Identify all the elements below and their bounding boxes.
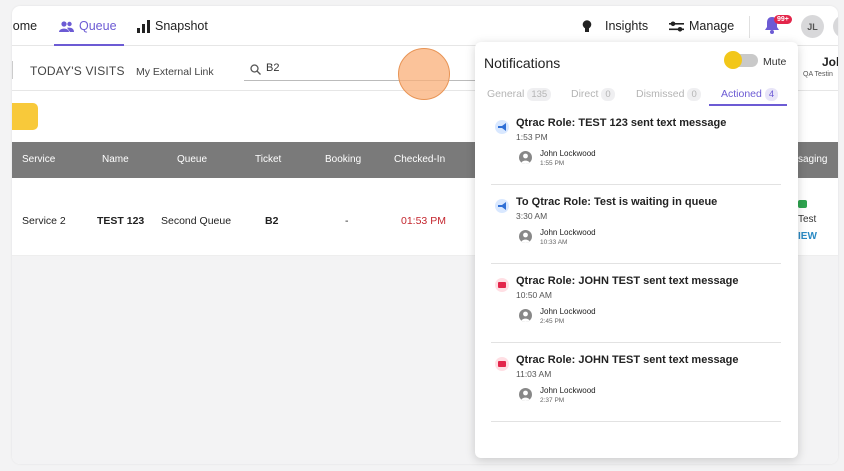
col-checked-in[interactable]: Checked-In: [394, 154, 445, 165]
nav-queue[interactable]: Queue: [59, 6, 117, 46]
person-icon: [519, 151, 532, 164]
messaging-text: Test: [798, 214, 817, 225]
nav-insights-label: Insights: [605, 19, 649, 33]
notification-title: Qtrac Role: JOHN TEST sent text message: [516, 275, 739, 287]
cell-booking: -: [345, 215, 349, 227]
nav-snapshot-label: Snapshot: [155, 19, 208, 33]
message-icon: [495, 357, 509, 371]
messaging-view-link[interactable]: IEW: [798, 231, 817, 242]
notification-item[interactable]: To Qtrac Role: Test is waiting in queue …: [491, 196, 781, 264]
tab-general-label: General: [487, 88, 525, 100]
tab-dismissed-label: Dismissed: [636, 88, 685, 100]
person-icon: [519, 230, 532, 243]
avatar[interactable]: JL: [801, 15, 824, 38]
bar-chart-icon: [137, 19, 150, 33]
subnav-divider: [12, 61, 13, 79]
sliders-icon: [669, 21, 684, 32]
nav-insights[interactable]: Insights: [582, 6, 648, 46]
cell-queue: Second Queue: [161, 215, 232, 227]
mute-toggle[interactable]: [724, 51, 758, 69]
tab-general[interactable]: General 135: [487, 88, 552, 101]
cell-checked-in: 01:53 PM: [401, 215, 446, 227]
nav-manage[interactable]: Manage: [669, 6, 734, 46]
megaphone-icon: [495, 120, 509, 134]
col-queue[interactable]: Queue: [177, 154, 207, 165]
notification-person-time: 10:33 AM: [540, 239, 568, 246]
tab-actioned-label: Actioned: [721, 88, 762, 100]
mute-label: Mute: [763, 56, 787, 68]
nav-queue-label: Queue: [79, 19, 117, 33]
click-indicator: [398, 48, 450, 100]
search-icon: [250, 64, 261, 75]
tab-dismissed[interactable]: Dismissed 0: [636, 88, 701, 101]
user-name: Jol: [822, 55, 838, 69]
user-subtitle: QA Testin: [803, 71, 833, 78]
active-tab-indicator: [54, 44, 124, 46]
cell-service: Service 2: [22, 215, 66, 227]
notification-title: Qtrac Role: JOHN TEST sent text message: [516, 354, 739, 366]
nav-home[interactable]: lome: [12, 6, 37, 46]
tab-dismissed-count: 0: [687, 88, 701, 101]
secondary-avatar[interactable]: [833, 15, 838, 38]
cell-ticket: B2: [265, 215, 279, 227]
top-nav: lome Queue Snapshot Insights Manage 99+ …: [12, 6, 838, 46]
people-icon: [59, 20, 74, 32]
notification-time: 1:53 PM: [516, 132, 548, 142]
col-messaging[interactable]: saging: [798, 154, 827, 165]
panel-title: Notifications: [484, 55, 561, 71]
notification-title: To Qtrac Role: Test is waiting in queue: [516, 196, 718, 208]
notification-time: 10:50 AM: [516, 290, 552, 300]
nav-home-label: lome: [12, 19, 38, 33]
tab-direct[interactable]: Direct 0: [571, 88, 615, 101]
col-booking[interactable]: Booking: [325, 154, 361, 165]
tab-actioned[interactable]: Actioned 4: [721, 88, 779, 101]
tab-direct-label: Direct: [571, 88, 599, 100]
notification-item[interactable]: Qtrac Role: JOHN TEST sent text message …: [491, 275, 781, 343]
notification-item[interactable]: Qtrac Role: TEST 123 sent text message 1…: [491, 117, 781, 185]
notification-title: Qtrac Role: TEST 123 sent text message: [516, 117, 727, 129]
lightbulb-icon: [582, 19, 592, 32]
notifications-panel: Notifications Mute General 135 Direct 0 Di…: [475, 42, 798, 458]
nav-snapshot[interactable]: Snapshot: [137, 6, 208, 46]
notification-item[interactable]: Qtrac Role: JOHN TEST sent text message …: [491, 354, 781, 422]
nav-manage-label: Manage: [689, 19, 735, 33]
notification-tabs: General 135 Direct 0 Dismissed 0 Actioned 4: [475, 86, 798, 106]
active-tab-underline: [709, 104, 787, 106]
nav-divider: [749, 16, 750, 38]
col-name[interactable]: Name: [102, 154, 129, 165]
col-ticket[interactable]: Ticket: [255, 154, 281, 165]
avatar-initials: JL: [807, 21, 818, 32]
person-icon: [519, 388, 532, 401]
message-icon: [798, 200, 807, 208]
notification-person: John Lockwood: [540, 149, 596, 158]
tab-direct-count: 0: [601, 88, 615, 101]
notification-person-time: 2:45 PM: [540, 318, 565, 325]
notification-person-time: 1:55 PM: [540, 160, 565, 167]
person-icon: [519, 309, 532, 322]
tab-general-count: 135: [527, 88, 552, 101]
notification-time: 11:03 AM: [516, 369, 552, 379]
todays-visits-tab[interactable]: TODAY'S VISITS: [30, 64, 125, 78]
col-service[interactable]: Service: [22, 154, 55, 165]
notification-person: John Lockwood: [540, 386, 596, 395]
notification-person: John Lockwood: [540, 307, 596, 316]
notification-time: 3:30 AM: [516, 211, 548, 221]
notification-person-time: 2:37 PM: [540, 397, 565, 404]
notification-count-badge: 99+: [774, 15, 792, 24]
notification-person: John Lockwood: [540, 228, 596, 237]
toggle-knob: [724, 51, 742, 69]
cell-name: TEST 123: [97, 215, 145, 227]
message-icon: [495, 278, 509, 292]
external-link[interactable]: My External Link: [136, 66, 214, 78]
tab-actioned-count: 4: [764, 88, 779, 101]
megaphone-icon: [495, 199, 509, 213]
action-button[interactable]: [12, 103, 38, 130]
